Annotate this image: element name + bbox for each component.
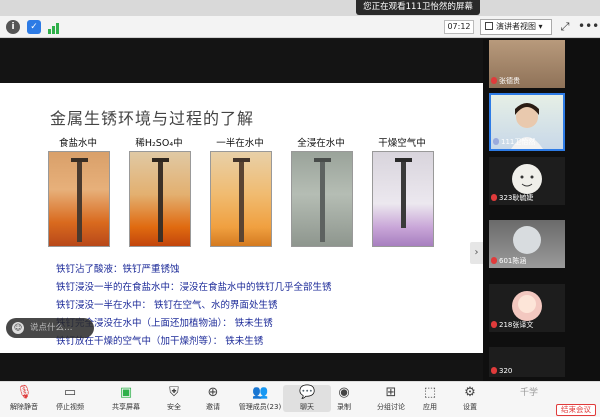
participant-name: 601陈涵 — [491, 256, 526, 266]
mic-muted-icon — [491, 77, 497, 84]
fullscreen-icon[interactable]: ⤢ — [558, 20, 572, 34]
participant-name: 张德贵 — [491, 76, 520, 86]
view-mode-label: 演讲者视图 — [496, 22, 536, 31]
share-screen-icon: ▣ — [119, 385, 133, 400]
grid-icon — [485, 22, 493, 30]
tube-image-full-water — [291, 151, 353, 247]
chat-input-placeholder: 说点什么… — [30, 323, 73, 333]
invite-icon: ⊕ — [207, 385, 219, 400]
view-mode-button[interactable]: 演讲者视图 ▾ — [480, 19, 552, 35]
observation-line: 铁钉沾了酸液：铁钉严重锈蚀 — [56, 264, 180, 275]
presentation-slide: 金属生锈环境与过程的了解 食盐水中 稀H₂SO₄中 一半在水中 全浸在水中 干燥… — [0, 83, 483, 353]
chat-icon: 💬 — [299, 385, 316, 400]
meeting-toolbar: i ✓ 07:12 演讲者视图 ▾ ⤢ ••• — [0, 16, 600, 38]
observation-line: 铁钉浸没一半在水中： 铁钉在空气、水的界面处生锈 — [56, 300, 278, 311]
shared-screen: 金属生锈环境与过程的了解 食盐水中 稀H₂SO₄中 一半在水中 全浸在水中 干燥… — [0, 39, 483, 381]
participant-name: 320 — [491, 367, 512, 375]
participant-tile[interactable]: 张德贵 — [489, 40, 565, 88]
video-icon: ▭ — [63, 385, 77, 400]
participant-name: 111卫怡然 — [493, 137, 535, 147]
chat-input[interactable]: ☺ 说点什么… — [6, 318, 94, 338]
tube-image-half-water — [210, 151, 272, 247]
shield-icon[interactable]: ✓ — [27, 20, 41, 34]
shield-icon: ⛨ — [169, 385, 179, 400]
tube-image-salt — [48, 151, 110, 247]
invite-button[interactable]: ⊕ 邀请 — [189, 385, 237, 412]
viewing-screen-notice: 您正在观看111卫怡然的屏幕 — [356, 0, 480, 15]
slide-title: 金属生锈环境与过程的了解 — [50, 109, 255, 128]
tube-label-half-water: 一半在水中 — [216, 138, 264, 149]
meeting-timer: 07:12 — [444, 20, 474, 34]
notification-bar: 您正在观看111卫怡然的屏幕 — [0, 0, 600, 16]
signal-icon[interactable] — [48, 20, 60, 34]
emoji-icon[interactable]: ☺ — [12, 322, 24, 334]
manage-participants-button[interactable]: 👥 管理成员(23) — [236, 385, 284, 412]
participant-tile[interactable]: 601陈涵 — [489, 220, 565, 268]
tube-label-acid: 稀H₂SO₄中 — [135, 138, 183, 149]
participant-name: 218张译文 — [491, 320, 533, 330]
watermark: 千学 — [520, 388, 539, 398]
gear-icon: ⚙ — [464, 385, 476, 400]
unmute-button[interactable]: 🎙 解除静音 — [0, 385, 48, 412]
participant-sidebar: 张德贵 111卫怡然 323耿毓婕 601陈涵 218张译文 320 — [483, 39, 600, 381]
observation-line: 铁钉浸没一半的在食盐水中：浸没在食盐水中的铁钉几乎全部生锈 — [56, 282, 332, 293]
tube-label-salt: 食盐水中 — [58, 138, 97, 149]
participant-tile-active[interactable]: 111卫怡然 — [489, 93, 565, 151]
mic-on-icon — [493, 138, 499, 145]
breakout-icon: ⊞ — [385, 385, 397, 400]
nail-icon — [71, 158, 88, 242]
nail-icon — [152, 158, 169, 242]
mic-muted-icon — [491, 194, 497, 201]
slide-next-arrow[interactable]: › — [470, 242, 483, 264]
settings-button[interactable]: ⚙ 设置 — [446, 385, 494, 412]
tube-label-dry-air: 干燥空气中 — [378, 138, 426, 149]
record-icon: ◉ — [338, 385, 350, 400]
more-button[interactable]: ••• — [578, 18, 599, 36]
people-icon: 👥 — [252, 385, 269, 400]
participant-tile[interactable]: 218张译文 — [489, 284, 565, 332]
mic-muted-icon: 🎙 — [16, 385, 33, 400]
tube-image-acid — [129, 151, 191, 247]
participant-tile[interactable]: 323耿毓婕 — [489, 157, 565, 205]
tube-label-full-water: 全浸在水中 — [297, 138, 345, 149]
stop-video-button[interactable]: ▭ 停止视频 — [46, 385, 94, 412]
participant-name: 323耿毓婕 — [491, 193, 533, 203]
nail-icon — [233, 158, 250, 242]
mic-muted-icon — [491, 367, 497, 374]
meeting-controls: 🎙 解除静音 ▭ 停止视频 ▣ 共享屏幕 ⛨ 安全 ⊕ 邀请 👥 管理成员(23… — [0, 381, 600, 417]
share-screen-button[interactable]: ▣ 共享屏幕 — [102, 385, 150, 412]
nail-icon — [314, 158, 331, 242]
info-icon[interactable]: i — [6, 20, 20, 34]
nail-icon — [395, 158, 412, 228]
mic-muted-icon — [491, 257, 497, 264]
tube-image-dry-air — [372, 151, 434, 247]
participant-tile[interactable]: 320 — [489, 347, 565, 377]
record-button[interactable]: ◉ 录制 — [320, 385, 368, 412]
end-meeting-button[interactable]: 结束会议 — [556, 404, 596, 416]
apps-icon: ⬚ — [423, 385, 437, 400]
mic-muted-icon — [491, 321, 497, 328]
